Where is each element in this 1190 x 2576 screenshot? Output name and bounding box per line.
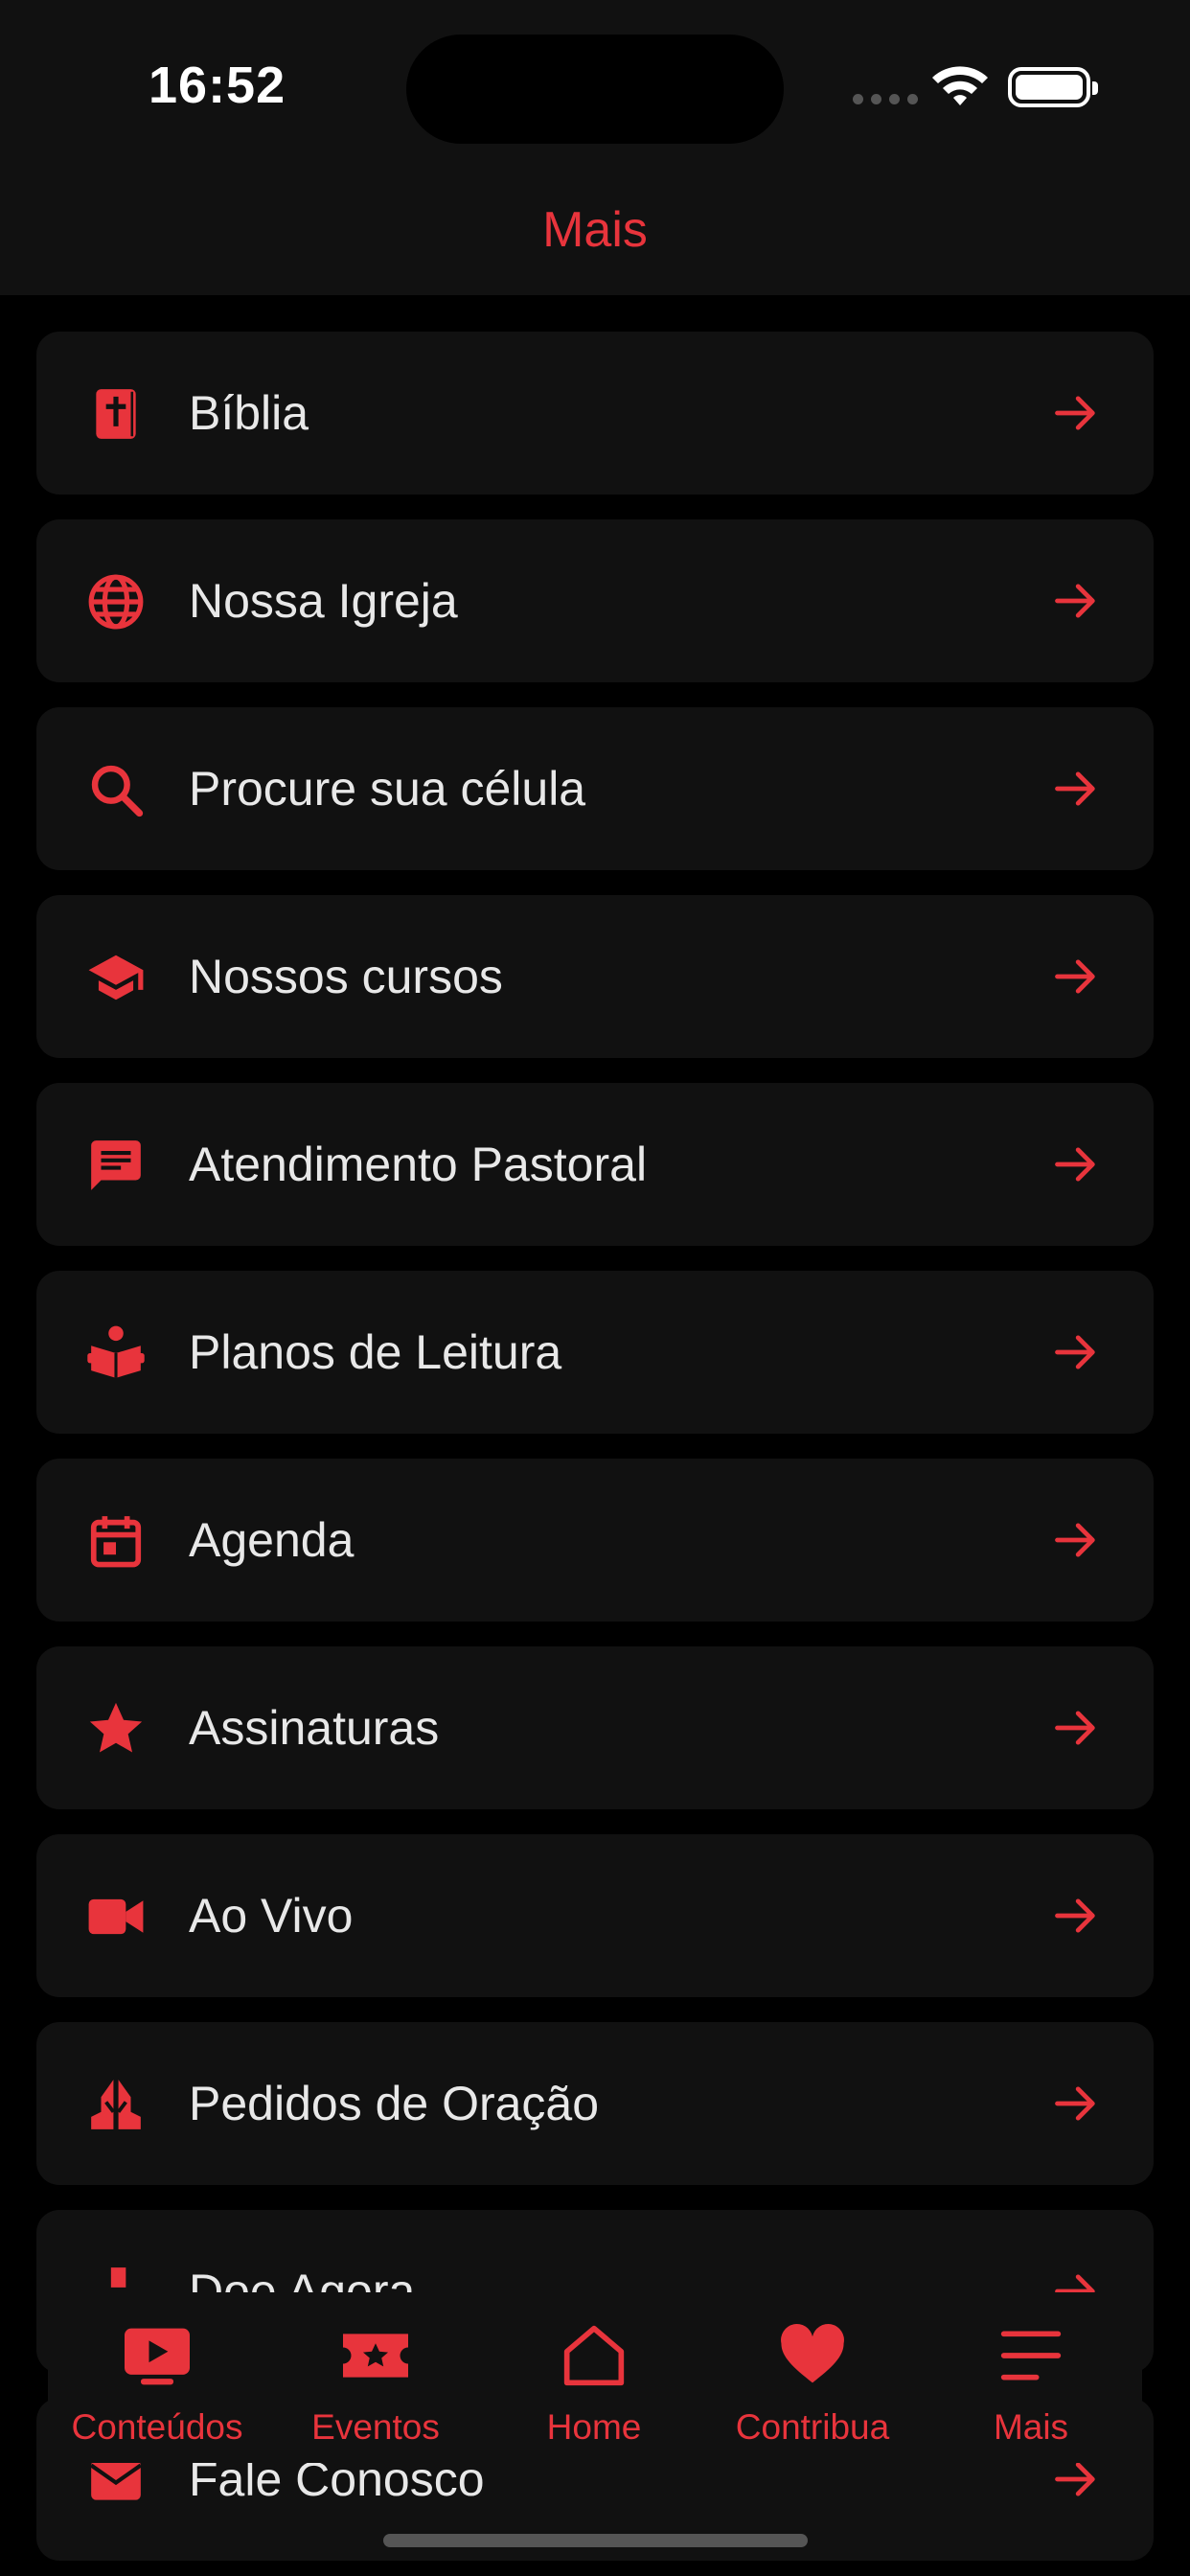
arrow-right-icon — [1051, 1139, 1101, 1189]
menu-item-label: Planos de Leitura — [189, 1325, 562, 1379]
arrow-right-icon — [1051, 1891, 1101, 1941]
globe-icon — [86, 572, 146, 632]
tab-conteudos[interactable]: Conteúdos — [48, 2292, 266, 2463]
tab-label: Home — [546, 2407, 642, 2447]
menu-item-planos-leitura[interactable]: Planos de Leitura — [36, 1271, 1154, 1434]
star-icon — [86, 1699, 146, 1759]
wifi-icon — [929, 63, 991, 111]
status-time: 16:52 — [149, 57, 286, 114]
menu-item-label: Nossos cursos — [189, 950, 503, 1003]
menu-icon — [994, 2323, 1068, 2388]
battery-icon — [1008, 67, 1098, 107]
praying-hands-icon — [86, 2075, 146, 2134]
home-icon — [557, 2323, 631, 2388]
calendar-icon — [86, 1511, 146, 1571]
search-icon — [86, 760, 146, 819]
play-screen-icon — [120, 2323, 195, 2388]
arrow-right-icon — [1051, 1703, 1101, 1753]
menu-item-label: Ao Vivo — [189, 1889, 354, 1943]
cellular-signal-icon — [853, 94, 918, 104]
tab-home[interactable]: Home — [485, 2292, 703, 2463]
graduation-cap-icon — [86, 948, 146, 1007]
menu-item-label: Bíblia — [189, 386, 309, 440]
arrow-right-icon — [1051, 764, 1101, 814]
arrow-right-icon — [1051, 952, 1101, 1001]
menu-item-agenda[interactable]: Agenda — [36, 1459, 1154, 1622]
menu-list: Bíblia Nossa Igreja Procure sua célula N… — [36, 332, 1154, 2576]
tab-label: Eventos — [311, 2407, 440, 2447]
bible-icon — [86, 384, 146, 444]
dynamic-island — [406, 34, 784, 144]
menu-item-label: Nossa Igreja — [189, 574, 458, 628]
tab-label: Mais — [993, 2407, 1069, 2447]
chat-icon — [86, 1136, 146, 1195]
menu-item-procure-celula[interactable]: Procure sua célula — [36, 707, 1154, 870]
heart-icon — [775, 2323, 850, 2388]
tab-label: Conteúdos — [71, 2407, 243, 2447]
tab-eventos[interactable]: Eventos — [266, 2292, 485, 2463]
menu-item-label: Agenda — [189, 1513, 355, 1567]
tab-contribua[interactable]: Contribua — [703, 2292, 922, 2463]
menu-item-nossa-igreja[interactable]: Nossa Igreja — [36, 519, 1154, 682]
menu-item-pedidos-oracao[interactable]: Pedidos de Oração — [36, 2022, 1154, 2185]
home-indicator — [383, 2534, 808, 2547]
arrow-right-icon — [1051, 1327, 1101, 1377]
arrow-right-icon — [1051, 576, 1101, 626]
video-camera-icon — [86, 1887, 146, 1946]
menu-item-label: Assinaturas — [189, 1701, 440, 1755]
reading-icon — [86, 1323, 146, 1383]
menu-item-label: Pedidos de Oração — [189, 2077, 600, 2130]
page-title: Mais — [542, 202, 648, 258]
menu-item-label: Procure sua célula — [189, 762, 586, 816]
arrow-right-icon — [1051, 388, 1101, 438]
menu-item-label: Atendimento Pastoral — [189, 1138, 648, 1191]
menu-item-biblia[interactable]: Bíblia — [36, 332, 1154, 494]
menu-item-atendimento-pastoral[interactable]: Atendimento Pastoral — [36, 1083, 1154, 1246]
menu-item-nossos-cursos[interactable]: Nossos cursos — [36, 895, 1154, 1058]
menu-item-ao-vivo[interactable]: Ao Vivo — [36, 1834, 1154, 1997]
ticket-icon — [338, 2323, 413, 2388]
arrow-right-icon — [1051, 2079, 1101, 2128]
tab-bar: Conteúdos Eventos Home Contribua Mais — [48, 2292, 1142, 2463]
tab-label: Contribua — [735, 2407, 890, 2447]
menu-item-assinaturas[interactable]: Assinaturas — [36, 1646, 1154, 1809]
status-bar: 16:52 — [0, 0, 1190, 172]
tab-mais[interactable]: Mais — [922, 2292, 1140, 2463]
arrow-right-icon — [1051, 1515, 1101, 1565]
